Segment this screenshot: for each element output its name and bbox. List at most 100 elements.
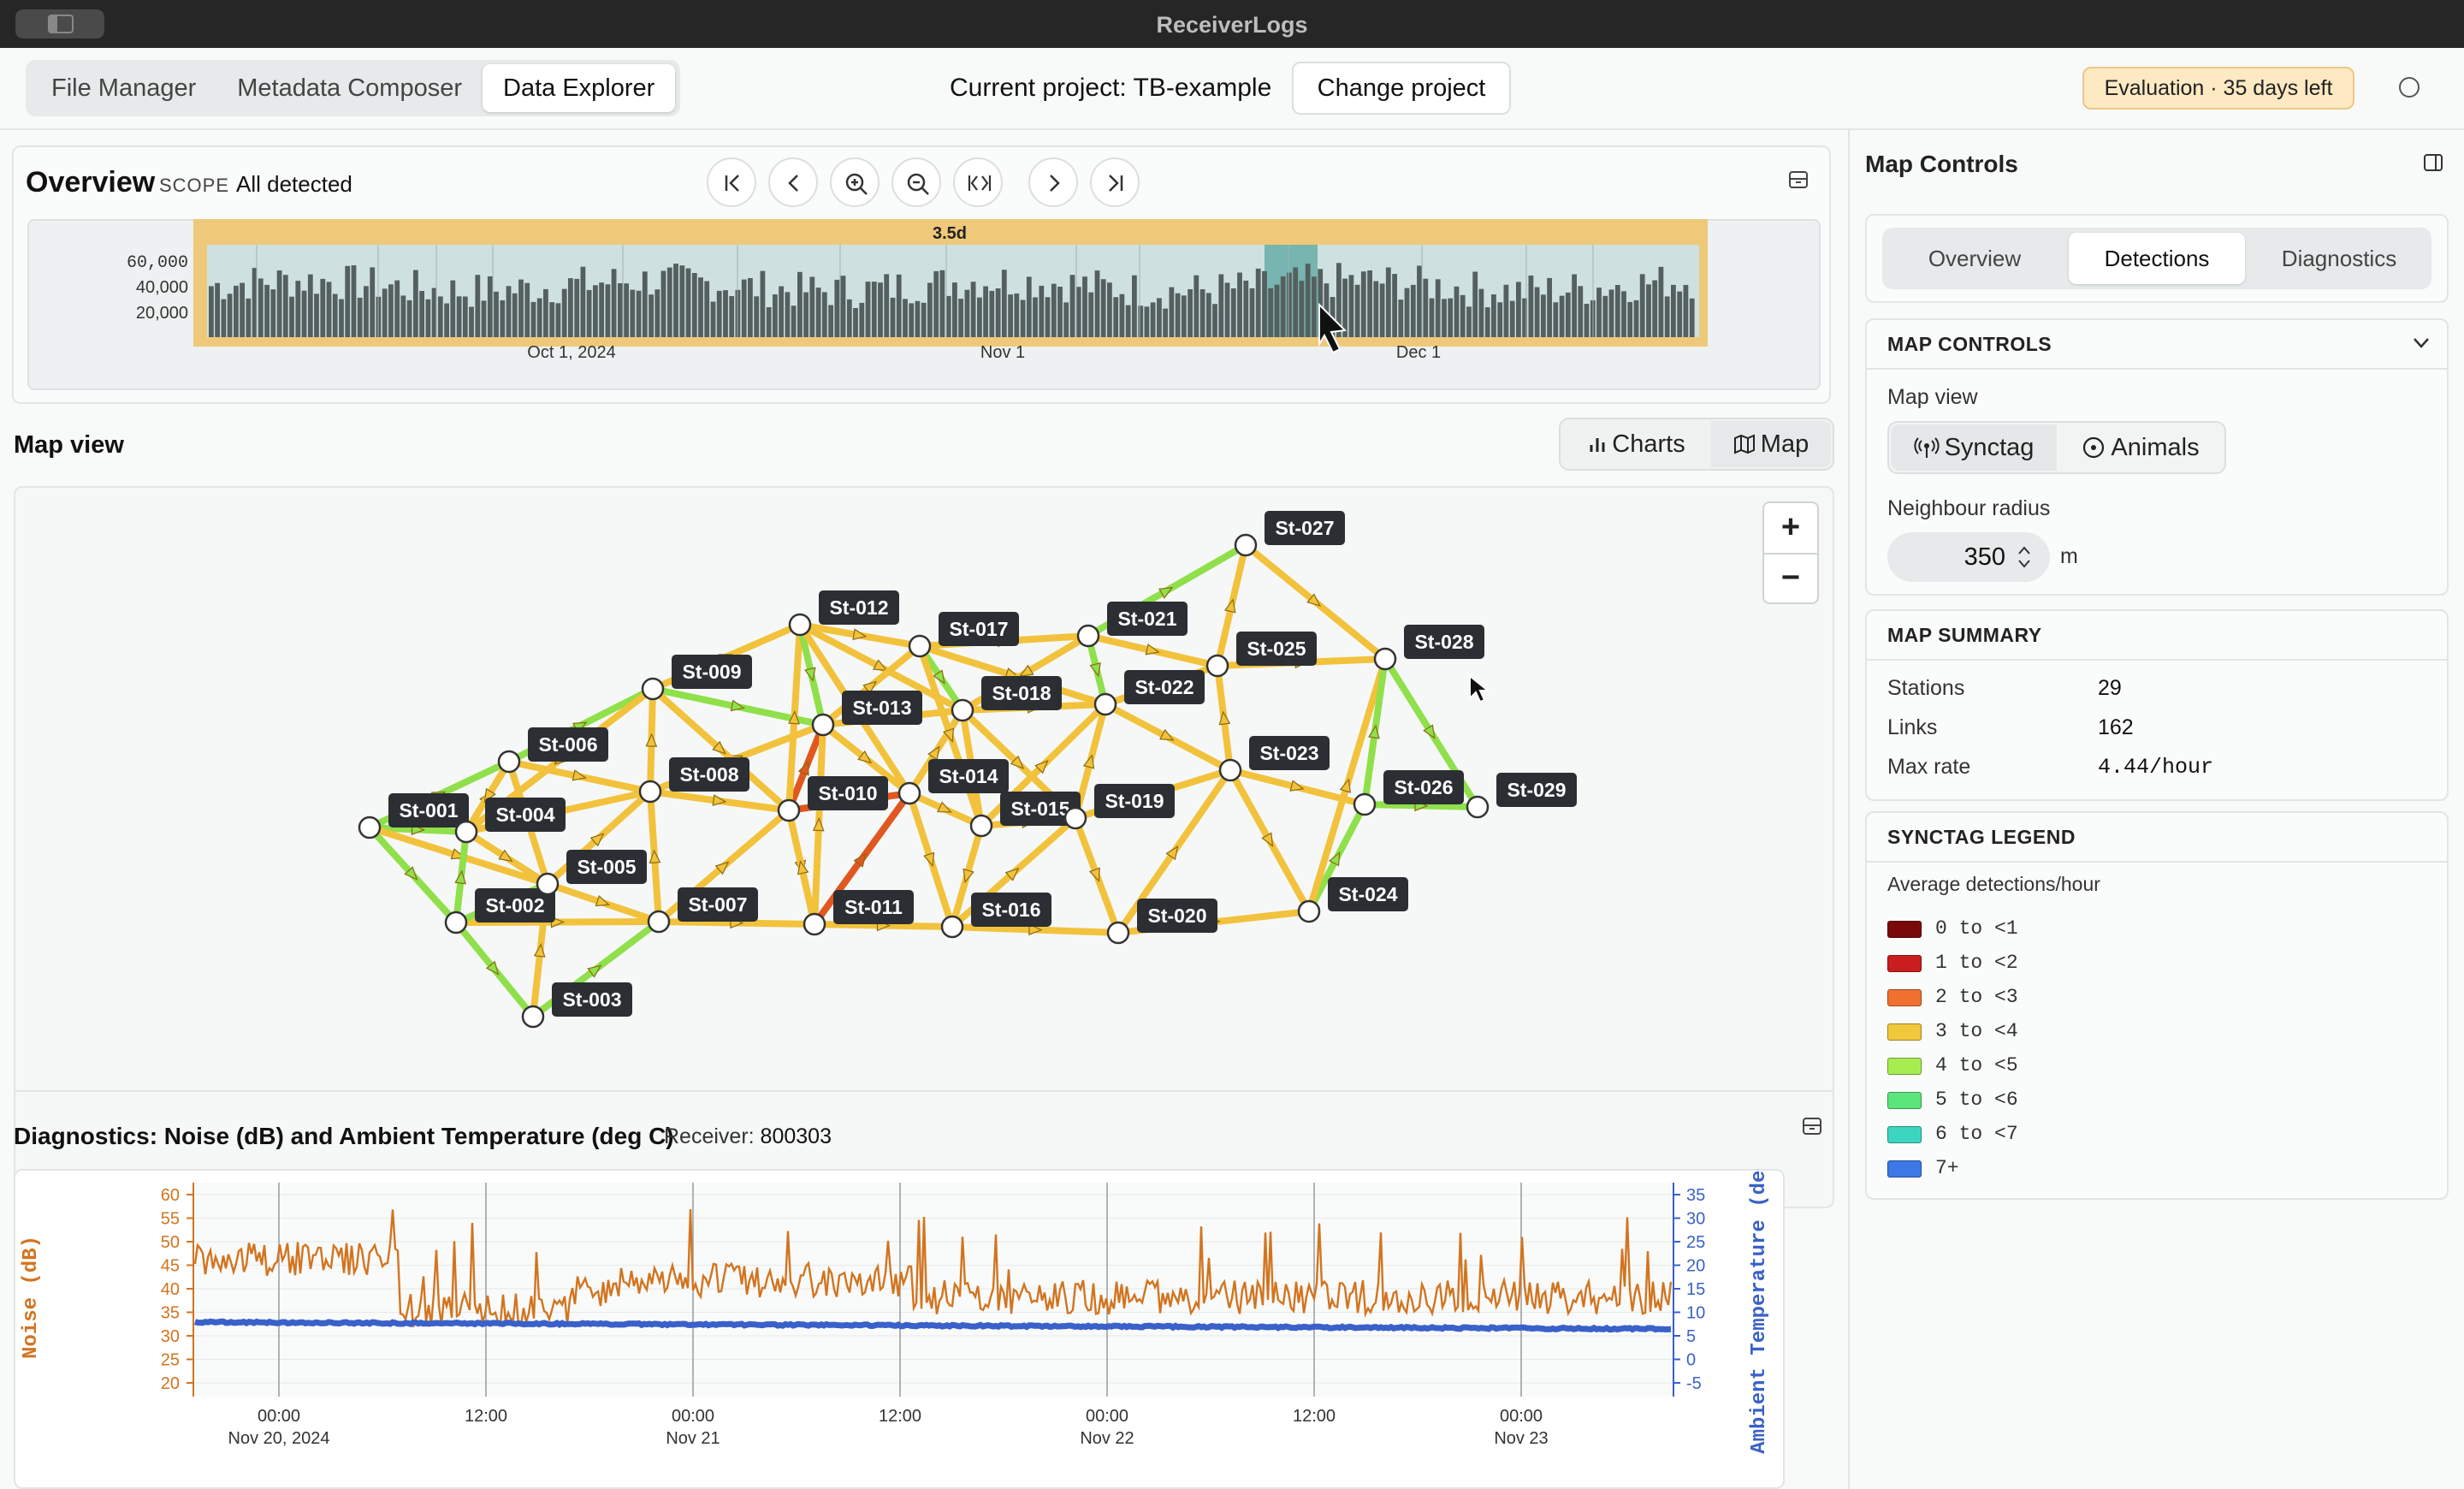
station-marker[interactable] (641, 677, 665, 701)
station-label: St-019 (1105, 790, 1164, 812)
station-marker[interactable] (908, 634, 932, 658)
station-marker[interactable] (521, 1005, 545, 1029)
chevron-down-icon[interactable] (2413, 337, 2430, 349)
legend-label: 4 to <5 (1935, 1054, 2018, 1077)
time-tick: 00:00 (672, 1407, 714, 1426)
direction-arrow (1368, 724, 1380, 739)
station-marker[interactable] (811, 713, 835, 737)
station-marker[interactable] (940, 915, 964, 939)
station-marker[interactable] (1353, 792, 1377, 816)
legend-label: 6 to <7 (1935, 1123, 2018, 1145)
synctag-button[interactable]: Synctag (1891, 424, 2057, 471)
station-marker[interactable] (454, 820, 478, 844)
tab-detections[interactable]: Detections (2069, 233, 2245, 284)
station-marker[interactable] (1076, 624, 1100, 648)
temperature-tick: 25 (1686, 1233, 1705, 1252)
station-label: St-003 (562, 988, 621, 1011)
legend-swatch (1887, 989, 1922, 1006)
change-project-button[interactable]: Change project (1292, 62, 1511, 115)
noise-tick: 55 (161, 1210, 180, 1229)
animals-button[interactable]: Animals (2057, 424, 2224, 471)
window-title: ReceiverLogs (1156, 12, 1308, 38)
station-marker[interactable] (1093, 692, 1117, 716)
right-tabs: Overview Detections Diagnostics (1882, 228, 2431, 289)
map-controls-title: Map Controls (1865, 151, 2018, 177)
target-icon (2083, 436, 2105, 459)
tab-overview[interactable]: Overview (1887, 233, 2062, 284)
station-st-012[interactable]: St-012 (788, 590, 899, 637)
station-marker[interactable] (1234, 533, 1258, 557)
station-marker[interactable] (1063, 806, 1087, 830)
station-st-029[interactable]: St-029 (1466, 773, 1577, 819)
summary-key: Stations (1887, 676, 1965, 700)
station-marker[interactable] (1466, 795, 1490, 819)
noise-tick: 40 (161, 1280, 180, 1299)
station-marker[interactable] (497, 750, 521, 774)
noise-tick: 35 (161, 1304, 180, 1323)
station-marker[interactable] (788, 613, 812, 637)
evaluation-badge: Evaluation · 35 days left (2082, 67, 2354, 110)
station-marker[interactable] (647, 910, 671, 934)
summary-value: 29 (2098, 676, 2122, 700)
station-marker[interactable] (1106, 921, 1130, 945)
station-st-027[interactable]: St-027 (1234, 511, 1345, 557)
noise-tick: 30 (161, 1327, 180, 1346)
station-st-017[interactable]: St-017 (908, 612, 1019, 658)
station-marker[interactable] (1205, 654, 1229, 678)
station-marker[interactable] (638, 780, 662, 804)
station-marker[interactable] (536, 872, 560, 896)
station-label: St-022 (1134, 676, 1194, 698)
collapse-diagnostics-icon[interactable] (1802, 1116, 1822, 1136)
station-marker[interactable] (777, 798, 801, 822)
legend-swatch (1887, 1160, 1922, 1178)
tab-data-explorer[interactable]: Data Explorer (483, 64, 676, 112)
date-tick: Nov 22 (1080, 1429, 1134, 1448)
time-tick: 12:00 (1293, 1407, 1336, 1426)
map-view-toggle: Synctag Animals (1887, 421, 2226, 474)
tab-metadata-composer[interactable]: Metadata Composer (216, 64, 483, 112)
map-controls-header[interactable]: MAP CONTROLS (1867, 320, 2447, 370)
map-zoom-in-button[interactable]: + (1764, 503, 1817, 553)
station-label: St-002 (485, 894, 544, 917)
neighbour-radius-input[interactable]: 350 (1887, 532, 2050, 582)
tab-diagnostics[interactable]: Diagnostics (2252, 233, 2426, 284)
diagnostics-chart[interactable]: 605550454035302520 35302520151050-5 00:0… (14, 1169, 1793, 1489)
temperature-axis-label: Ambient Temperature (deg (1748, 1169, 1771, 1454)
synctag-button-label: Synctag (1944, 434, 2035, 461)
station-st-018[interactable]: St-018 (951, 676, 1062, 722)
temperature-tick: 35 (1686, 1186, 1705, 1205)
station-marker[interactable] (969, 814, 993, 838)
map-controls-panel: Map Controls Overview Detections Diagnos… (1848, 130, 2464, 1489)
current-project-label: Current project: TB-example (950, 74, 1272, 102)
station-marker[interactable] (897, 781, 921, 805)
station-st-022[interactable]: St-022 (1093, 670, 1205, 716)
station-marker[interactable] (358, 816, 382, 839)
tab-file-manager[interactable]: File Manager (31, 64, 216, 112)
station-marker[interactable] (951, 698, 974, 722)
station-marker[interactable] (1218, 758, 1242, 782)
window-titlebar: ReceiverLogs (0, 0, 2464, 48)
map-zoom-out-button[interactable]: − (1764, 555, 1817, 602)
status-circle-icon[interactable] (2399, 77, 2420, 98)
station-marker[interactable] (1297, 899, 1321, 923)
animals-button-label: Animals (2111, 434, 2200, 461)
station-st-009[interactable]: St-009 (641, 655, 752, 701)
station-label: St-001 (399, 799, 458, 822)
panel-collapse-icon[interactable] (2423, 152, 2443, 173)
station-st-021[interactable]: St-021 (1076, 602, 1188, 648)
noise-axis-label: Noise (dB) (20, 1236, 43, 1359)
station-marker[interactable] (1373, 647, 1397, 671)
station-label: St-012 (829, 596, 888, 619)
station-label: St-009 (682, 661, 741, 683)
station-marker[interactable] (444, 911, 468, 934)
map-view-label: Map view (1887, 385, 1978, 409)
legend-label: 3 to <4 (1935, 1020, 2018, 1042)
station-marker[interactable] (803, 912, 826, 936)
station-st-028[interactable]: St-028 (1373, 625, 1484, 671)
stepper-icon[interactable] (2017, 544, 2031, 570)
station-st-023[interactable]: St-023 (1218, 736, 1330, 782)
legend-label: 7+ (1935, 1157, 1959, 1179)
diagnostics-title: Diagnostics: Noise (dB) and Ambient Temp… (14, 1123, 674, 1149)
station-label: St-004 (495, 804, 554, 826)
station-st-005[interactable]: St-005 (536, 850, 647, 896)
